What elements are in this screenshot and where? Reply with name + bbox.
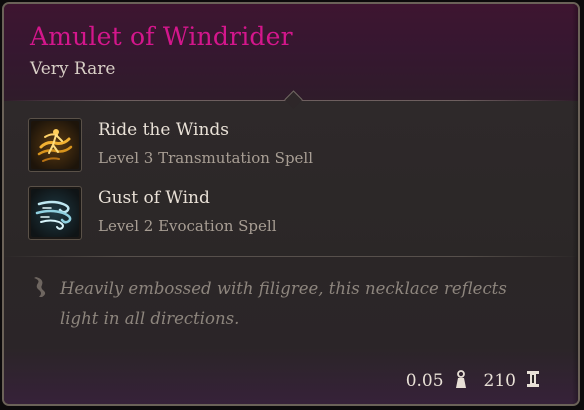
spell-name: Ride the Winds bbox=[98, 120, 229, 140]
spell-list: Ride the Winds Level 3 Transmutation Spe… bbox=[4, 101, 578, 257]
spell-level: Level 2 Evocation Spell bbox=[98, 217, 277, 235]
spell-name: Gust of Wind bbox=[98, 188, 210, 208]
gust-of-wind-spell-icon[interactable] bbox=[28, 186, 82, 240]
gold-coin-icon bbox=[526, 370, 540, 393]
item-rarity: Very Rare bbox=[30, 59, 116, 79]
ride-the-winds-spell-icon[interactable] bbox=[28, 118, 82, 172]
value-amount: 210 bbox=[483, 371, 516, 391]
item-tooltip: Amulet of Windrider Very Rare Ride the W… bbox=[2, 2, 580, 406]
spell-level: Level 3 Transmutation Spell bbox=[98, 149, 314, 167]
tooltip-header: Amulet of Windrider Very Rare bbox=[4, 4, 578, 104]
item-description: Heavily embossed with filigree, this nec… bbox=[60, 279, 507, 328]
spell-item-ride-the-winds[interactable]: Ride the Winds Level 3 Transmutation Spe… bbox=[28, 116, 528, 176]
weight-icon bbox=[454, 369, 468, 394]
item-name: Amulet of Windrider bbox=[30, 22, 293, 51]
quill-icon bbox=[30, 275, 50, 304]
spell-item-gust-of-wind[interactable]: Gust of Wind Level 2 Evocation Spell bbox=[28, 184, 528, 244]
weight-value: 0.05 bbox=[405, 371, 444, 391]
frame-edge bbox=[572, 4, 578, 404]
item-footer: 0.05 210 bbox=[406, 369, 540, 393]
